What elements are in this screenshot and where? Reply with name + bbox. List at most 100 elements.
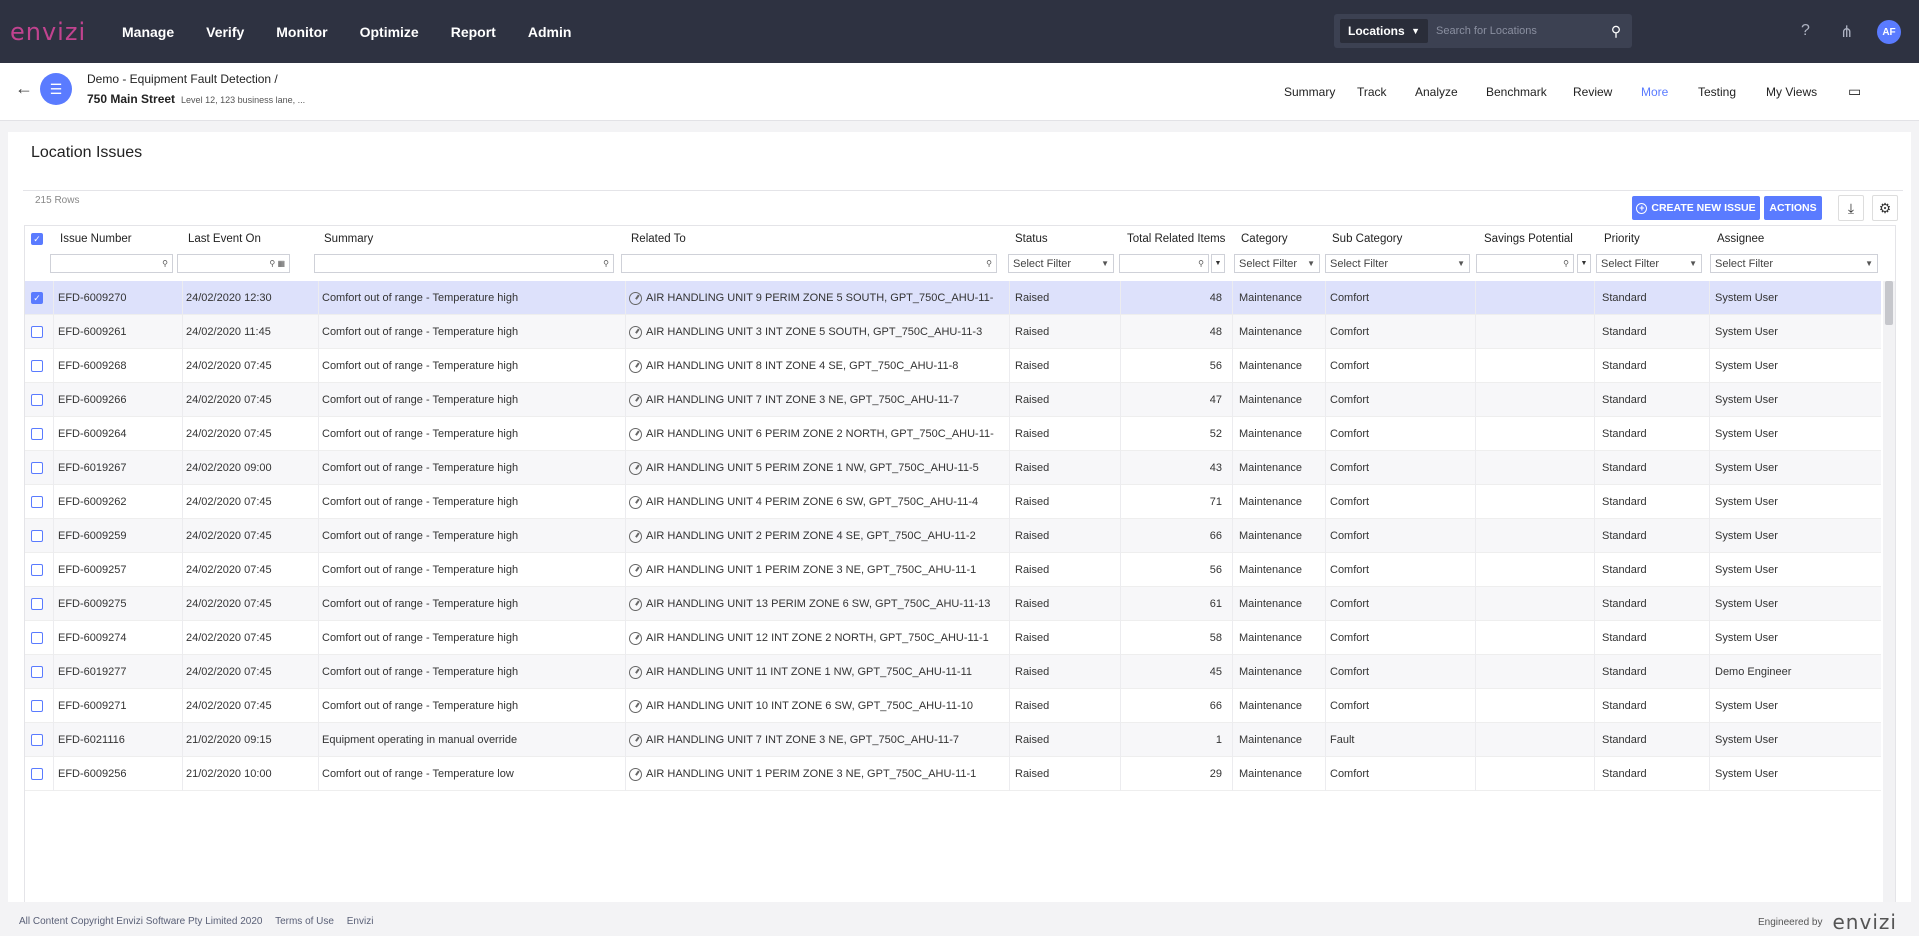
row-checkbox[interactable]	[31, 349, 45, 383]
related-to-cell-text[interactable]: AIR HANDLING UNIT 3 INT ZONE 5 SOUTH, GP…	[646, 326, 982, 338]
checkbox-icon[interactable]	[31, 564, 43, 576]
row-checkbox[interactable]	[31, 587, 45, 621]
checkbox-icon[interactable]	[31, 496, 43, 508]
related-to-cell-text[interactable]: AIR HANDLING UNIT 4 PERIM ZONE 6 SW, GPT…	[646, 496, 978, 508]
tab-review[interactable]: Review	[1573, 85, 1612, 99]
col-summary[interactable]: Summary	[324, 226, 373, 252]
table-row[interactable]: EFD-6019267 24/02/2020 09:00 Comfort out o…	[25, 451, 1881, 485]
col-sub-category[interactable]: Sub Category	[1332, 226, 1402, 252]
hierarchy-icon[interactable]: ⋔	[1840, 22, 1853, 42]
nav-monitor[interactable]: Monitor	[276, 24, 327, 40]
related-to-cell-text[interactable]: AIR HANDLING UNIT 8 INT ZONE 4 SE, GPT_7…	[646, 360, 958, 372]
row-checkbox[interactable]	[31, 757, 45, 791]
row-checkbox[interactable]	[31, 485, 45, 519]
tab-analyze[interactable]: Analyze	[1415, 85, 1458, 99]
help-icon[interactable]: ?	[1801, 22, 1810, 40]
terms-link[interactable]: Terms of Use	[275, 916, 334, 927]
table-row[interactable]: EFD-6009268 24/02/2020 07:45 Comfort out o…	[25, 349, 1881, 383]
checkbox-checked-icon[interactable]: ✓	[31, 292, 43, 304]
related-to-cell-text[interactable]: AIR HANDLING UNIT 7 INT ZONE 3 NE, GPT_7…	[646, 734, 959, 746]
search-icon[interactable]: ⚲	[1606, 23, 1626, 40]
settings-gear-icon[interactable]: ⚙	[1872, 195, 1898, 221]
col-total-related-items[interactable]: Total Related Items	[1127, 226, 1225, 252]
last-event-filter[interactable]: ⚲ ▦	[177, 254, 290, 273]
related-to-cell-text[interactable]: AIR HANDLING UNIT 7 INT ZONE 3 NE, GPT_7…	[646, 394, 959, 406]
related-to-cell-text[interactable]: AIR HANDLING UNIT 2 PERIM ZONE 4 SE, GPT…	[646, 530, 976, 542]
table-row[interactable]: EFD-6009257 24/02/2020 07:45 Comfort out o…	[25, 553, 1881, 587]
row-checkbox[interactable]	[31, 519, 45, 553]
table-row[interactable]: EFD-6019277 24/02/2020 07:45 Comfort out o…	[25, 655, 1881, 689]
row-checkbox[interactable]	[31, 451, 45, 485]
col-issue-number[interactable]: Issue Number	[60, 226, 132, 252]
checkbox-icon[interactable]	[31, 734, 43, 746]
checkbox-icon[interactable]	[31, 326, 43, 338]
table-row[interactable]: EFD-6009271 24/02/2020 07:45 Comfort out o…	[25, 689, 1881, 723]
related-to-cell-text[interactable]: AIR HANDLING UNIT 12 INT ZONE 2 NORTH, G…	[646, 632, 989, 644]
row-checkbox[interactable]	[31, 655, 45, 689]
checkbox-icon[interactable]	[31, 530, 43, 542]
menu-icon[interactable]: ☰	[40, 73, 72, 105]
related-to-cell-text[interactable]: AIR HANDLING UNIT 13 PERIM ZONE 6 SW, GP…	[646, 598, 990, 610]
related-to-cell-text[interactable]: AIR HANDLING UNIT 6 PERIM ZONE 2 NORTH, …	[646, 428, 994, 440]
col-savings-potential[interactable]: Savings Potential	[1484, 226, 1573, 252]
related-to-cell-text[interactable]: AIR HANDLING UNIT 1 PERIM ZONE 3 NE, GPT…	[646, 768, 976, 780]
table-row[interactable]: EFD-6009274 24/02/2020 07:45 Comfort out o…	[25, 621, 1881, 655]
table-row[interactable]: EFD-6009264 24/02/2020 07:45 Comfort out o…	[25, 417, 1881, 451]
table-row[interactable]: EFD-6009262 24/02/2020 07:45 Comfort out o…	[25, 485, 1881, 519]
table-row[interactable]: EFD-6009266 24/02/2020 07:45 Comfort out o…	[25, 383, 1881, 417]
app-logo[interactable]: envizi	[10, 18, 100, 46]
table-row[interactable]: EFD-6009275 24/02/2020 07:45 Comfort out o…	[25, 587, 1881, 621]
row-checkbox[interactable]	[31, 723, 45, 757]
presentation-icon[interactable]: ▭	[1848, 83, 1861, 100]
tab-summary[interactable]: Summary	[1284, 85, 1335, 99]
checkbox-icon[interactable]	[31, 700, 43, 712]
checkbox-icon[interactable]	[31, 428, 43, 440]
total-items-filter[interactable]: ⚲	[1119, 254, 1209, 273]
table-row[interactable]: EFD-6009259 24/02/2020 07:45 Comfort out o…	[25, 519, 1881, 553]
status-filter[interactable]: Select Filter ▼	[1008, 254, 1114, 273]
priority-filter[interactable]: Select Filter ▼	[1596, 254, 1702, 273]
select-all-checkbox[interactable]: ✓	[31, 226, 43, 252]
checkbox-icon[interactable]	[31, 632, 43, 644]
row-checkbox[interactable]	[31, 689, 45, 723]
create-new-issue-button[interactable]: + CREATE NEW ISSUE	[1632, 196, 1760, 220]
table-row[interactable]: EFD-6009256 21/02/2020 10:00 Comfort out o…	[25, 757, 1881, 791]
related-to-cell-text[interactable]: AIR HANDLING UNIT 10 INT ZONE 6 SW, GPT_…	[646, 700, 973, 712]
checkbox-icon[interactable]	[31, 666, 43, 678]
row-checkbox[interactable]	[31, 417, 45, 451]
breadcrumb[interactable]: Demo - Equipment Fault Detection /	[87, 72, 278, 86]
row-checkbox[interactable]: ✓	[31, 281, 45, 315]
savings-filter[interactable]: ⚲	[1476, 254, 1574, 273]
category-filter[interactable]: Select Filter ▼	[1234, 254, 1320, 273]
col-category[interactable]: Category	[1241, 226, 1288, 252]
total-items-filter-op[interactable]: ▼	[1211, 254, 1225, 273]
avatar[interactable]: AF	[1877, 20, 1901, 44]
nav-verify[interactable]: Verify	[206, 24, 244, 40]
row-checkbox[interactable]	[31, 553, 45, 587]
col-priority[interactable]: Priority	[1604, 226, 1640, 252]
related-to-cell-text[interactable]: AIR HANDLING UNIT 11 INT ZONE 1 NW, GPT_…	[646, 666, 972, 678]
related-to-filter[interactable]: ⚲	[621, 254, 997, 273]
checkbox-icon[interactable]	[31, 598, 43, 610]
row-checkbox[interactable]	[31, 383, 45, 417]
col-status[interactable]: Status	[1015, 226, 1048, 252]
tab-benchmark[interactable]: Benchmark	[1486, 85, 1547, 99]
row-checkbox[interactable]	[31, 621, 45, 655]
checkbox-icon[interactable]	[31, 462, 43, 474]
summary-filter[interactable]: ⚲	[314, 254, 614, 273]
table-row[interactable]: ✓ EFD-6009270 24/02/2020 12:30 Comfort out …	[25, 281, 1881, 315]
related-to-cell-text[interactable]: AIR HANDLING UNIT 5 PERIM ZONE 1 NW, GPT…	[646, 462, 979, 474]
back-arrow-icon[interactable]: ←	[15, 78, 33, 99]
nav-optimize[interactable]: Optimize	[360, 24, 419, 40]
scrollbar-thumb[interactable]	[1885, 281, 1893, 325]
nav-admin[interactable]: Admin	[528, 24, 572, 40]
tab-testing[interactable]: Testing	[1698, 85, 1736, 99]
col-related-to[interactable]: Related To	[631, 226, 686, 252]
col-assignee[interactable]: Assignee	[1717, 226, 1764, 252]
download-icon[interactable]: ⤓	[1838, 195, 1864, 221]
tab-my-views[interactable]: My Views	[1766, 85, 1817, 99]
nav-report[interactable]: Report	[451, 24, 496, 40]
related-to-cell-text[interactable]: AIR HANDLING UNIT 9 PERIM ZONE 5 SOUTH, …	[646, 292, 993, 304]
checkbox-icon[interactable]	[31, 768, 43, 780]
scrollbar[interactable]	[1883, 281, 1895, 902]
